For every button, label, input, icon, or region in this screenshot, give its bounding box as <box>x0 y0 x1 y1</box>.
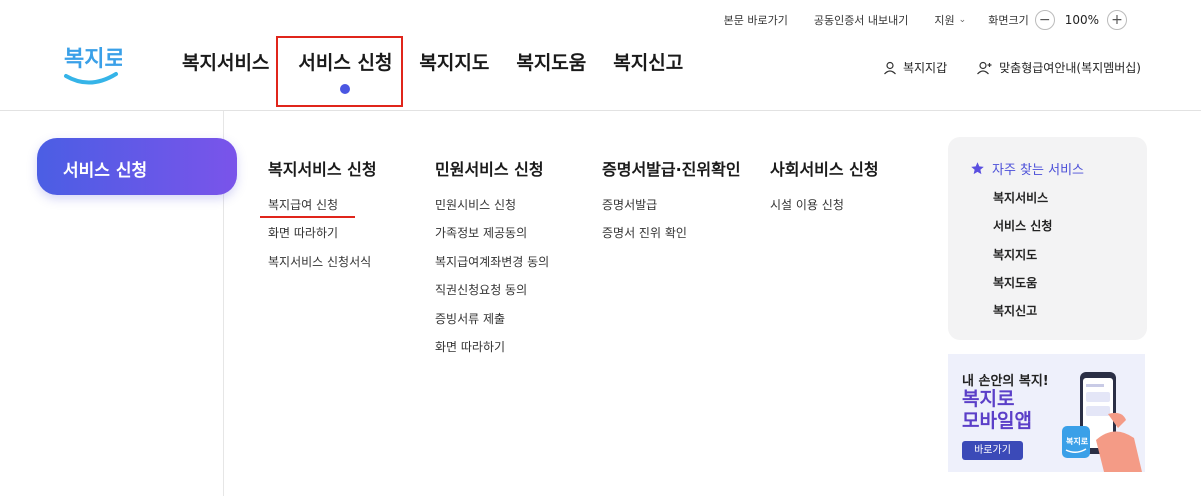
menu-column-welfare-application: 복지서비스 신청 복지급여 신청 화면 따라하기 복지서비스 신청서식 <box>260 156 377 281</box>
zoom-value: 100% <box>1064 13 1099 27</box>
zoom-control: 화면크기 − 100% + <box>988 10 1135 30</box>
column-title[interactable]: 증명서발급·진위확인 <box>602 156 741 180</box>
frequent-item[interactable]: 복지도움 <box>993 273 1147 301</box>
menu-item[interactable]: 민원시비스 신청 <box>435 196 549 224</box>
column-title[interactable]: 민원서비스 신청 <box>435 156 549 180</box>
nav-item-welfare-service[interactable]: 복지서비스 <box>182 48 269 75</box>
banner-title: 복지로 모바일앱 <box>962 388 1032 432</box>
banner-go-button[interactable]: 바로가기 <box>962 441 1023 460</box>
menu-item[interactable]: 복지급여 신청 <box>260 196 377 224</box>
side-menu-title[interactable]: 서비스 신청 <box>37 138 237 195</box>
menu-item[interactable]: 증명서 진위 확인 <box>602 224 741 252</box>
menu-item[interactable]: 가족정보 제공동의 <box>435 224 549 252</box>
membership-label: 맞춤형급여안내(복지멤버십) <box>999 61 1141 75</box>
chevron-down-icon: ⌄ <box>958 15 967 25</box>
cert-export-link[interactable]: 공동인증서 내보내기 <box>814 12 909 28</box>
language-label: 지원 <box>934 14 955 27</box>
zoom-out-button[interactable]: − <box>1034 10 1055 30</box>
star-icon <box>971 162 984 175</box>
logo[interactable]: 복지로 <box>62 40 125 86</box>
frequent-item[interactable]: 서비스 신청 <box>993 216 1147 244</box>
zoom-in-button[interactable]: + <box>1107 10 1127 30</box>
frequent-item[interactable]: 복지서비스 <box>993 188 1147 216</box>
app-icon-text: 복지로 <box>1066 436 1089 446</box>
welfare-wallet-label: 복지지갑 <box>902 61 948 75</box>
utility-bar: 본문 바로가기 공동인증서 내보내기 지원 ⌄ 화면크기 − 100% + <box>698 10 1135 30</box>
nav-item-welfare-report[interactable]: 복지신고 <box>613 48 683 75</box>
mobile-app-banner[interactable]: 내 손안의 복지! 복지로 모바일앱 바로가기 복지로 <box>948 354 1145 472</box>
menu-item[interactable]: 시설 이용 신청 <box>770 196 879 224</box>
frequent-services-title: 자주 찾는 서비스 <box>970 159 1147 178</box>
header-divider <box>0 110 1201 111</box>
main-nav: 복지서비스 서비스 신청 복지지도 복지도움 복지신고 <box>182 48 710 94</box>
user-icon <box>884 61 896 74</box>
banner-title-line2: 모바일앱 <box>962 410 1032 432</box>
banner-title-line1: 복지로 <box>962 388 1015 410</box>
menu-item[interactable]: 증명서발급 <box>602 196 741 224</box>
menu-item[interactable]: 화면 따라하기 <box>435 338 549 366</box>
menu-column-social-service: 사회서비스 신청 시설 이용 신청 <box>770 156 879 224</box>
frequent-services-label: 자주 찾는 서비스 <box>992 163 1084 178</box>
frequent-item[interactable]: 복지신고 <box>993 301 1147 329</box>
menu-item[interactable]: 화면 따라하기 <box>268 224 377 252</box>
language-select[interactable]: 지원 ⌄ <box>934 12 966 28</box>
header-right-links: 복지지갑 맞춤형급여안내(복지멤버십) <box>853 59 1141 76</box>
nav-item-welfare-map[interactable]: 복지지도 <box>419 48 489 75</box>
membership-link[interactable]: 맞춤형급여안내(복지멤버십) <box>977 59 1141 76</box>
skip-to-content-link[interactable]: 본문 바로가기 <box>724 12 788 28</box>
menu-item[interactable]: 복지서비스 신청서식 <box>268 253 377 281</box>
menu-column-civil-service: 민원서비스 신청 민원시비스 신청 가족정보 제공동의 복지급여계좌변경 동의 … <box>435 156 549 366</box>
phone-hand-illustration: 복지로 <box>1062 372 1142 472</box>
user-plus-icon <box>977 61 992 74</box>
zoom-label: 화면크기 <box>988 14 1029 27</box>
menu-item[interactable]: 증빙서류 제출 <box>435 310 549 338</box>
column-title[interactable]: 사회서비스 신청 <box>770 156 879 180</box>
menu-item[interactable]: 직권신청요청 동의 <box>435 281 549 309</box>
menu-item[interactable]: 복지급여계좌변경 동의 <box>435 253 549 281</box>
logo-text: 복지로 <box>64 47 122 72</box>
welfare-wallet-link[interactable]: 복지지갑 <box>883 59 947 76</box>
banner-tagline: 내 손안의 복지! <box>962 374 1049 389</box>
column-title[interactable]: 복지서비스 신청 <box>268 156 377 180</box>
frequent-services-panel: 자주 찾는 서비스 복지서비스 서비스 신청 복지지도 복지도움 복지신고 <box>948 137 1147 340</box>
nav-item-welfare-help[interactable]: 복지도움 <box>516 48 586 75</box>
logo-icon: 복지로 <box>64 47 125 85</box>
menu-column-certificate: 증명서발급·진위확인 증명서발급 증명서 진위 확인 <box>602 156 741 253</box>
frequent-item[interactable]: 복지지도 <box>993 245 1147 273</box>
highlight-box <box>276 36 403 107</box>
